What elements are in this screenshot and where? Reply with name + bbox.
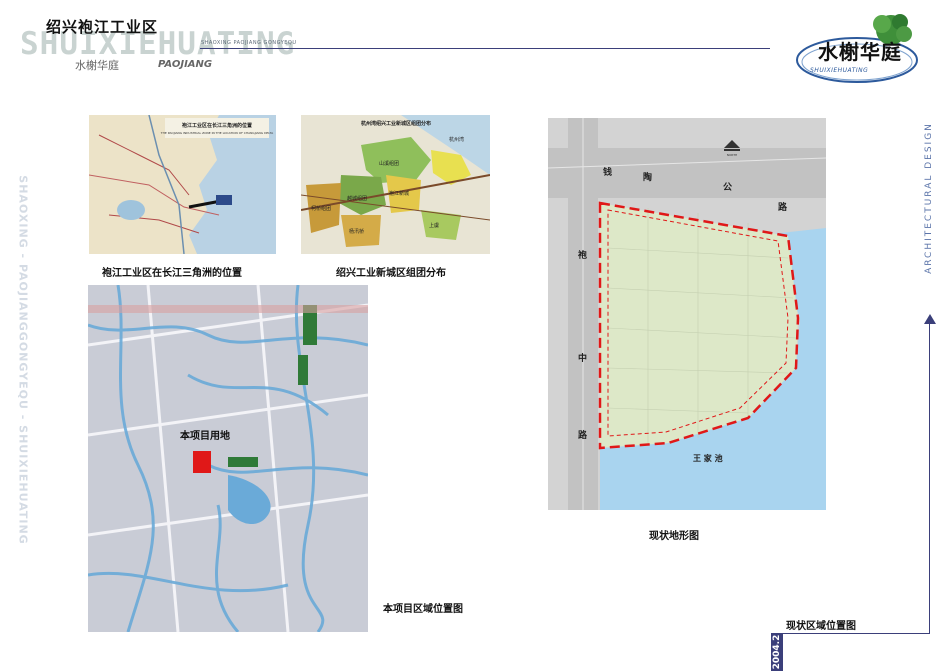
map-topography: NORTH 钱 陶 公 路 袍 中 路 王 家 池 bbox=[548, 118, 826, 510]
page-title: 绍兴袍江工业区 bbox=[46, 18, 159, 36]
right-vertical-text: ARCHITECTURAL DESIGN bbox=[924, 121, 934, 274]
map2-label-1: 山溪组团 bbox=[379, 160, 399, 167]
map2-label-3: 越城组团 bbox=[347, 195, 367, 202]
road-north-char-2: 公 bbox=[723, 182, 732, 193]
map2-caption: 绍兴工业新城区组团分布 bbox=[336, 268, 446, 279]
map1-caption: 袍江工业区在长江三角洲的位置 bbox=[102, 268, 242, 279]
logo-subtitle: SHUIXIEHUATING bbox=[810, 67, 869, 74]
map3-caption: 本项目区域位置图 bbox=[383, 604, 463, 615]
road-west-char-2: 路 bbox=[578, 429, 588, 441]
map4-caption: 现状地形图 bbox=[649, 531, 699, 542]
right-arrow-line bbox=[929, 322, 930, 633]
arrow-up-icon bbox=[924, 314, 936, 324]
map2-label-0: 杭州湾 bbox=[449, 136, 464, 143]
road-west-char-1: 中 bbox=[578, 352, 587, 364]
map-project-location: 本项目用地 bbox=[88, 285, 368, 632]
bottom-divider bbox=[778, 633, 930, 634]
brand-latin-small: SHAOXING PAOJIANG GONGYEQU bbox=[201, 40, 297, 46]
brand-chinese-name: 水榭华庭 bbox=[75, 59, 119, 72]
bottom-caption: 现状区域位置图 bbox=[786, 621, 856, 632]
header-divider bbox=[200, 48, 770, 49]
map2-label-6: 上虞 bbox=[429, 222, 439, 229]
map-delta-location: 袍江工业区在长江三角洲的位置 THE PAOJIANG INDUSTRIAL Z… bbox=[89, 115, 276, 254]
date-badge: 2004.2 bbox=[771, 633, 783, 671]
lake-label: 王 家 池 bbox=[693, 453, 723, 463]
date-text: 2004.2 bbox=[772, 634, 782, 670]
map1-inner-subtitle: THE PAOJIANG INDUSTRIAL ZONE IN THE LOCA… bbox=[160, 131, 274, 135]
right-vertical-label: ARCHITECTURAL DESIGN bbox=[922, 110, 936, 285]
left-vertical-watermark: SHAOXING - PAOJIANGGONGYEQU - SHUIXIEHUA… bbox=[16, 70, 30, 650]
road-west-char-0: 袍 bbox=[577, 249, 587, 261]
project-site-label: 本项目用地 bbox=[180, 429, 230, 442]
road-north-char-1: 陶 bbox=[643, 171, 652, 183]
left-vertical-text: SHAOXING - PAOJIANGGONGYEQU - SHUIXIEHUA… bbox=[16, 175, 30, 545]
map2-label-5: 杨汛桥 bbox=[349, 228, 364, 235]
road-north-char-3: 路 bbox=[778, 201, 788, 213]
north-label: NORTH bbox=[727, 153, 738, 157]
map2-label-2: 袍江新城 bbox=[389, 190, 409, 197]
road-north-char-0: 钱 bbox=[603, 166, 612, 178]
map2-inner-title: 杭州湾绍兴工业新城区组团分布 bbox=[361, 120, 431, 127]
map1-inner-title: 袍江工业区在长江三角洲的位置 bbox=[181, 122, 252, 129]
map-cluster-distribution: 杭州湾绍兴工业新城区组团分布 杭州湾 山溪组团 袍江新城 越城组团 柯桥组团 杨… bbox=[301, 115, 490, 254]
map2-label-4: 柯桥组团 bbox=[311, 205, 331, 212]
brand-paojiang: PAOJIANG bbox=[158, 59, 213, 70]
logo-text: 水榭华庭 bbox=[818, 40, 902, 64]
